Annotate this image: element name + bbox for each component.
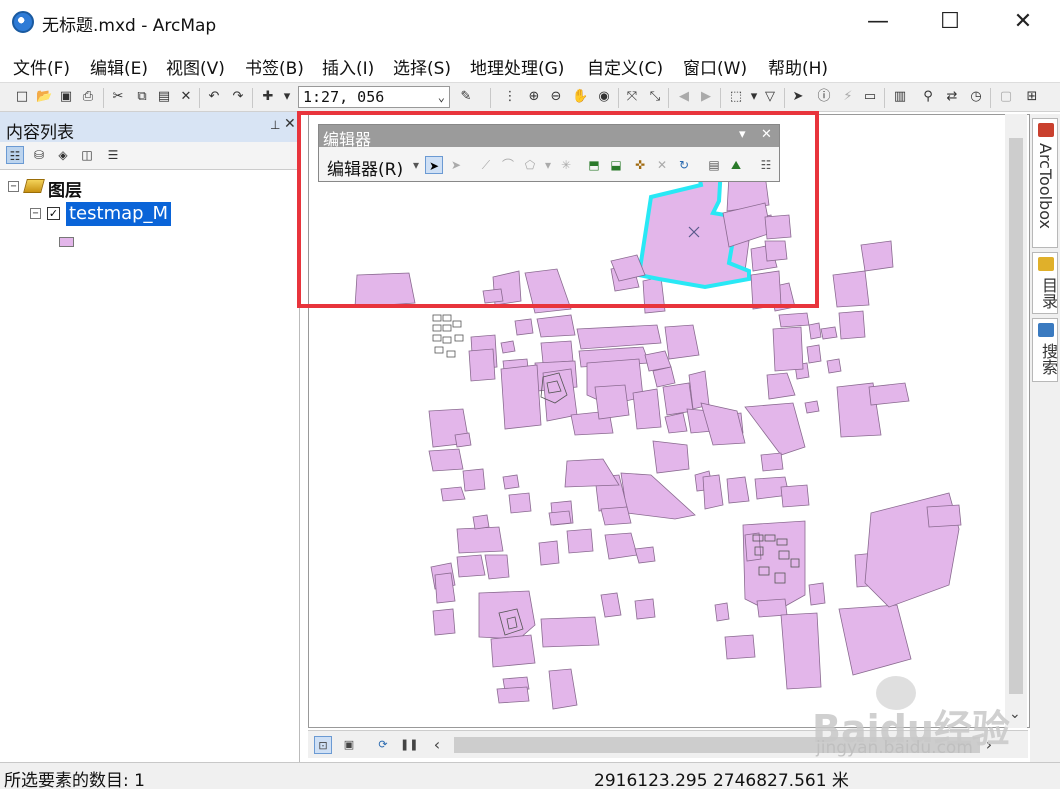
html-popup-icon[interactable]: ▭ [862, 89, 878, 105]
search-tab-label: 搜索 [1039, 343, 1058, 375]
standard-toolbar: □ 📂 ▣ ⎙ ✂ ⧉ ▤ ✕ ↶ ↷ ✚ ▾ 1:27, 056 ⌄ ✎ ⋮ … [0, 82, 1060, 112]
window-title: 无标题.mxd - ArcMap [42, 16, 217, 36]
scroll-left-icon[interactable]: ‹ [428, 736, 446, 754]
collapse-layers-icon[interactable]: − [8, 181, 19, 192]
layer-symbol [59, 237, 74, 247]
back-extent-icon[interactable]: ◀ [676, 89, 692, 105]
toolbar-handle-icon: ⋮ [503, 89, 517, 104]
fixed-zoom-in-icon[interactable]: ⤧ [624, 89, 640, 105]
forward-extent-icon[interactable]: ▶ [698, 89, 714, 105]
layers-root-label[interactable]: 图层 [48, 176, 82, 201]
arctoolbox-tab[interactable]: ArcToolbox [1032, 118, 1058, 248]
select-dropdown-icon[interactable]: ▾ [746, 89, 762, 105]
selected-count-status: 所选要素的数目: 1 [4, 771, 145, 791]
toc-title: 内容列表 [6, 123, 74, 143]
layer-testmap[interactable]: testmap_M [66, 202, 172, 226]
catalog-tab[interactable]: 目录 [1032, 252, 1058, 314]
data-view-icon[interactable]: ⊡ [314, 736, 332, 754]
menu-edit[interactable]: 编辑(E) [90, 54, 148, 79]
chevron-down-icon: ⌄ [437, 90, 445, 104]
search-tab[interactable]: 搜索 [1032, 318, 1058, 382]
toc-toolbar: ☷ ⛁ ◈ ◫ ☰ [0, 142, 300, 170]
paste-icon[interactable]: ▤ [156, 89, 172, 105]
table-of-contents: 内容列表 ⊥ ✕ ☷ ⛁ ◈ ◫ ☰ − 图层 − ✓ testmap_M [0, 112, 300, 762]
coordinates-status: 2916123.295 2746827.561 米 [594, 771, 849, 791]
watermark-url: jingyan.baidu.com [816, 738, 973, 758]
right-dock: ArcToolbox 目录 搜索 [1030, 114, 1060, 762]
menu-view[interactable]: 视图(V) [166, 54, 225, 79]
list-by-selection-icon[interactable]: ◫ [78, 146, 96, 164]
time-slider-icon[interactable]: ◷ [968, 89, 984, 105]
menu-insert[interactable]: 插入(I) [322, 54, 374, 79]
menu-help[interactable]: 帮助(H) [768, 54, 828, 79]
redo-icon[interactable]: ↷ [230, 89, 246, 105]
save-icon[interactable]: ▣ [58, 89, 74, 105]
pause-drawing-icon[interactable]: ❚❚ [400, 736, 418, 754]
close-button[interactable]: ✕ [1003, 8, 1043, 36]
viewer-window-icon[interactable]: ▢ [998, 89, 1014, 105]
list-by-visibility-icon[interactable]: ◈ [54, 146, 72, 164]
full-extent-icon[interactable]: ◉ [596, 89, 612, 105]
map-scale-value: 1:27, 056 [303, 88, 385, 106]
catalog-icon [1038, 257, 1054, 271]
find-icon[interactable]: ⚲ [920, 89, 936, 105]
menu-bar: 文件(F) 编辑(E) 视图(V) 书签(B) 插入(I) 选择(S) 地理处理… [0, 46, 1060, 82]
scroll-down-icon[interactable]: ⌄ [1009, 706, 1021, 722]
print-icon[interactable]: ⎙ [80, 89, 96, 105]
layers-icon [23, 179, 45, 193]
highlight-box [297, 111, 819, 308]
layout-view-icon[interactable]: ▣ [340, 736, 358, 754]
copy-icon[interactable]: ⧉ [134, 89, 150, 105]
pan-icon[interactable]: ✋ [572, 89, 588, 105]
search-icon [1038, 323, 1054, 337]
map-scale-select[interactable]: 1:27, 056 ⌄ [298, 86, 450, 108]
toc-header: 内容列表 ⊥ ✕ [0, 112, 300, 143]
create-viewer-icon[interactable]: ⊞ [1024, 89, 1040, 105]
open-icon[interactable]: 📂 [36, 89, 52, 105]
clear-selection-icon[interactable]: ▽ [762, 89, 778, 105]
fixed-zoom-out-icon[interactable]: ⤡ [647, 89, 663, 105]
toc-close-icon[interactable]: ✕ [284, 116, 296, 132]
list-by-drawing-order-icon[interactable]: ☷ [6, 146, 24, 164]
pin-icon[interactable]: ⊥ [270, 118, 280, 132]
minimize-button[interactable]: — [858, 8, 898, 36]
go-to-xy-icon[interactable]: ⇄ [944, 89, 960, 105]
collapse-layer-icon[interactable]: − [30, 208, 41, 219]
menu-windows[interactable]: 窗口(W) [683, 54, 747, 79]
select-features-icon[interactable]: ⬚ [728, 89, 744, 105]
identify-icon[interactable]: ⓘ [816, 89, 832, 105]
menu-customize[interactable]: 自定义(C) [587, 54, 663, 79]
menu-file[interactable]: 文件(F) [13, 54, 70, 79]
new-document-icon[interactable]: □ [14, 89, 30, 105]
menu-bookmarks[interactable]: 书签(B) [245, 54, 304, 79]
editor-toolbar-icon[interactable]: ✎ [458, 89, 474, 105]
vertical-scroll-thumb[interactable] [1009, 138, 1023, 694]
toolbox-icon [1038, 123, 1054, 137]
zoom-in-icon[interactable]: ⊕ [526, 89, 542, 105]
arctoolbox-tab-label: ArcToolbox [1036, 143, 1055, 229]
menu-selection[interactable]: 选择(S) [393, 54, 451, 79]
measure-icon[interactable]: ▥ [892, 89, 908, 105]
title-bar: 无标题.mxd - ArcMap — ☐ ✕ [0, 0, 1060, 44]
zoom-out-icon[interactable]: ⊖ [548, 89, 564, 105]
hyperlink-icon[interactable]: ⚡ [840, 89, 856, 105]
list-by-source-icon[interactable]: ⛁ [30, 146, 48, 164]
arcmap-app-icon [12, 11, 34, 33]
delete-icon[interactable]: ✕ [178, 89, 194, 105]
menu-geoprocessing[interactable]: 地理处理(G) [470, 54, 564, 79]
catalog-tab-label: 目录 [1039, 277, 1058, 309]
maximize-button[interactable]: ☐ [930, 8, 970, 36]
undo-icon[interactable]: ↶ [206, 89, 222, 105]
layer-visibility-checkbox[interactable]: ✓ [47, 207, 60, 220]
add-data-dropdown-icon[interactable]: ▾ [279, 89, 295, 105]
refresh-icon[interactable]: ⟳ [374, 736, 392, 754]
toc-options-icon[interactable]: ☰ [104, 146, 122, 164]
select-elements-icon[interactable]: ➤ [790, 89, 806, 105]
status-bar: 所选要素的数目: 1 2916123.295 2746827.561 米 [0, 762, 1060, 791]
add-data-icon[interactable]: ✚ [260, 89, 276, 105]
cut-icon[interactable]: ✂ [110, 89, 126, 105]
map-vertical-scrollbar[interactable]: ⌄ [1005, 114, 1027, 728]
